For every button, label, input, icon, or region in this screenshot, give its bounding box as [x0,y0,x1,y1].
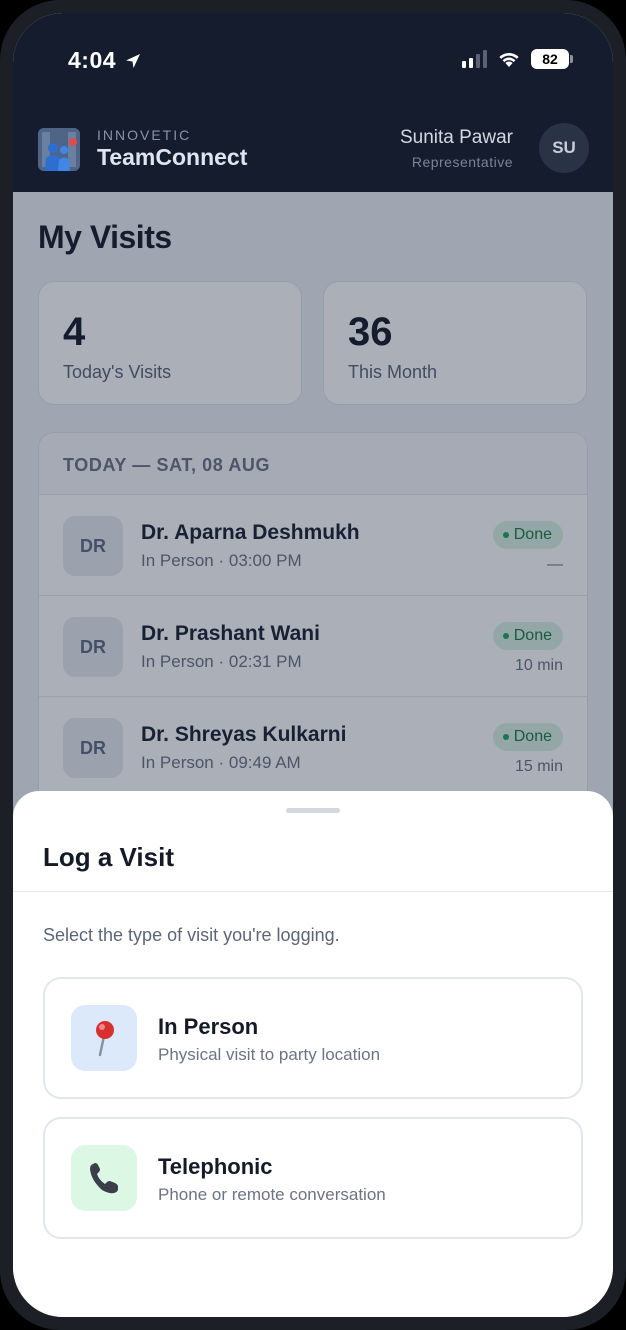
brand-title: TeamConnect [97,144,248,170]
sheet-divider [13,891,613,892]
battery-level: 82 [542,51,558,67]
option-title: In Person [158,1014,259,1039]
option-title: Telephonic [158,1154,273,1179]
sheet-drag-handle[interactable] [286,808,340,813]
user-profile[interactable]: Sunita Pawar Representative SU [400,123,589,173]
user-name: Sunita Pawar [399,126,513,148]
log-visit-sheet: Log a Visit Select the type of visit you… [13,791,613,1317]
user-avatar[interactable]: SU [539,123,589,173]
status-icons: 82 [462,49,573,69]
sheet-title: Log a Visit [43,842,174,872]
brand[interactable]: INNOVETIC TeamConnect [38,127,247,171]
option-telephonic[interactable]: Telephonic Phone or remote conversation [43,1117,583,1239]
status-time: 4:04 [68,47,142,74]
sheet-description: Select the type of visit you're logging. [43,925,340,945]
phone-frame: 4:04 82 INNOVETIC TeamConnect Sunita Paw… [0,0,626,1330]
user-role: Representative [411,153,513,170]
battery-icon: 82 [531,49,573,69]
location-arrow-icon [126,53,141,68]
app-header: 4:04 82 INNOVETIC TeamConnect Sunita Paw… [13,13,613,192]
brand-subtitle: INNOVETIC [97,127,192,143]
screen: 4:04 82 INNOVETIC TeamConnect Sunita Paw… [13,13,613,1317]
phone-icon [71,1145,137,1211]
option-description: Phone or remote conversation [158,1185,386,1204]
option-in-person[interactable]: In Person Physical visit to party locati… [43,977,583,1099]
pushpin-icon [71,1005,137,1071]
status-time-label: 4:04 [68,47,117,73]
brand-logo [38,127,80,171]
cellular-signal-icon [462,50,487,68]
option-description: Physical visit to party location [158,1045,381,1064]
wifi-icon [499,52,519,67]
